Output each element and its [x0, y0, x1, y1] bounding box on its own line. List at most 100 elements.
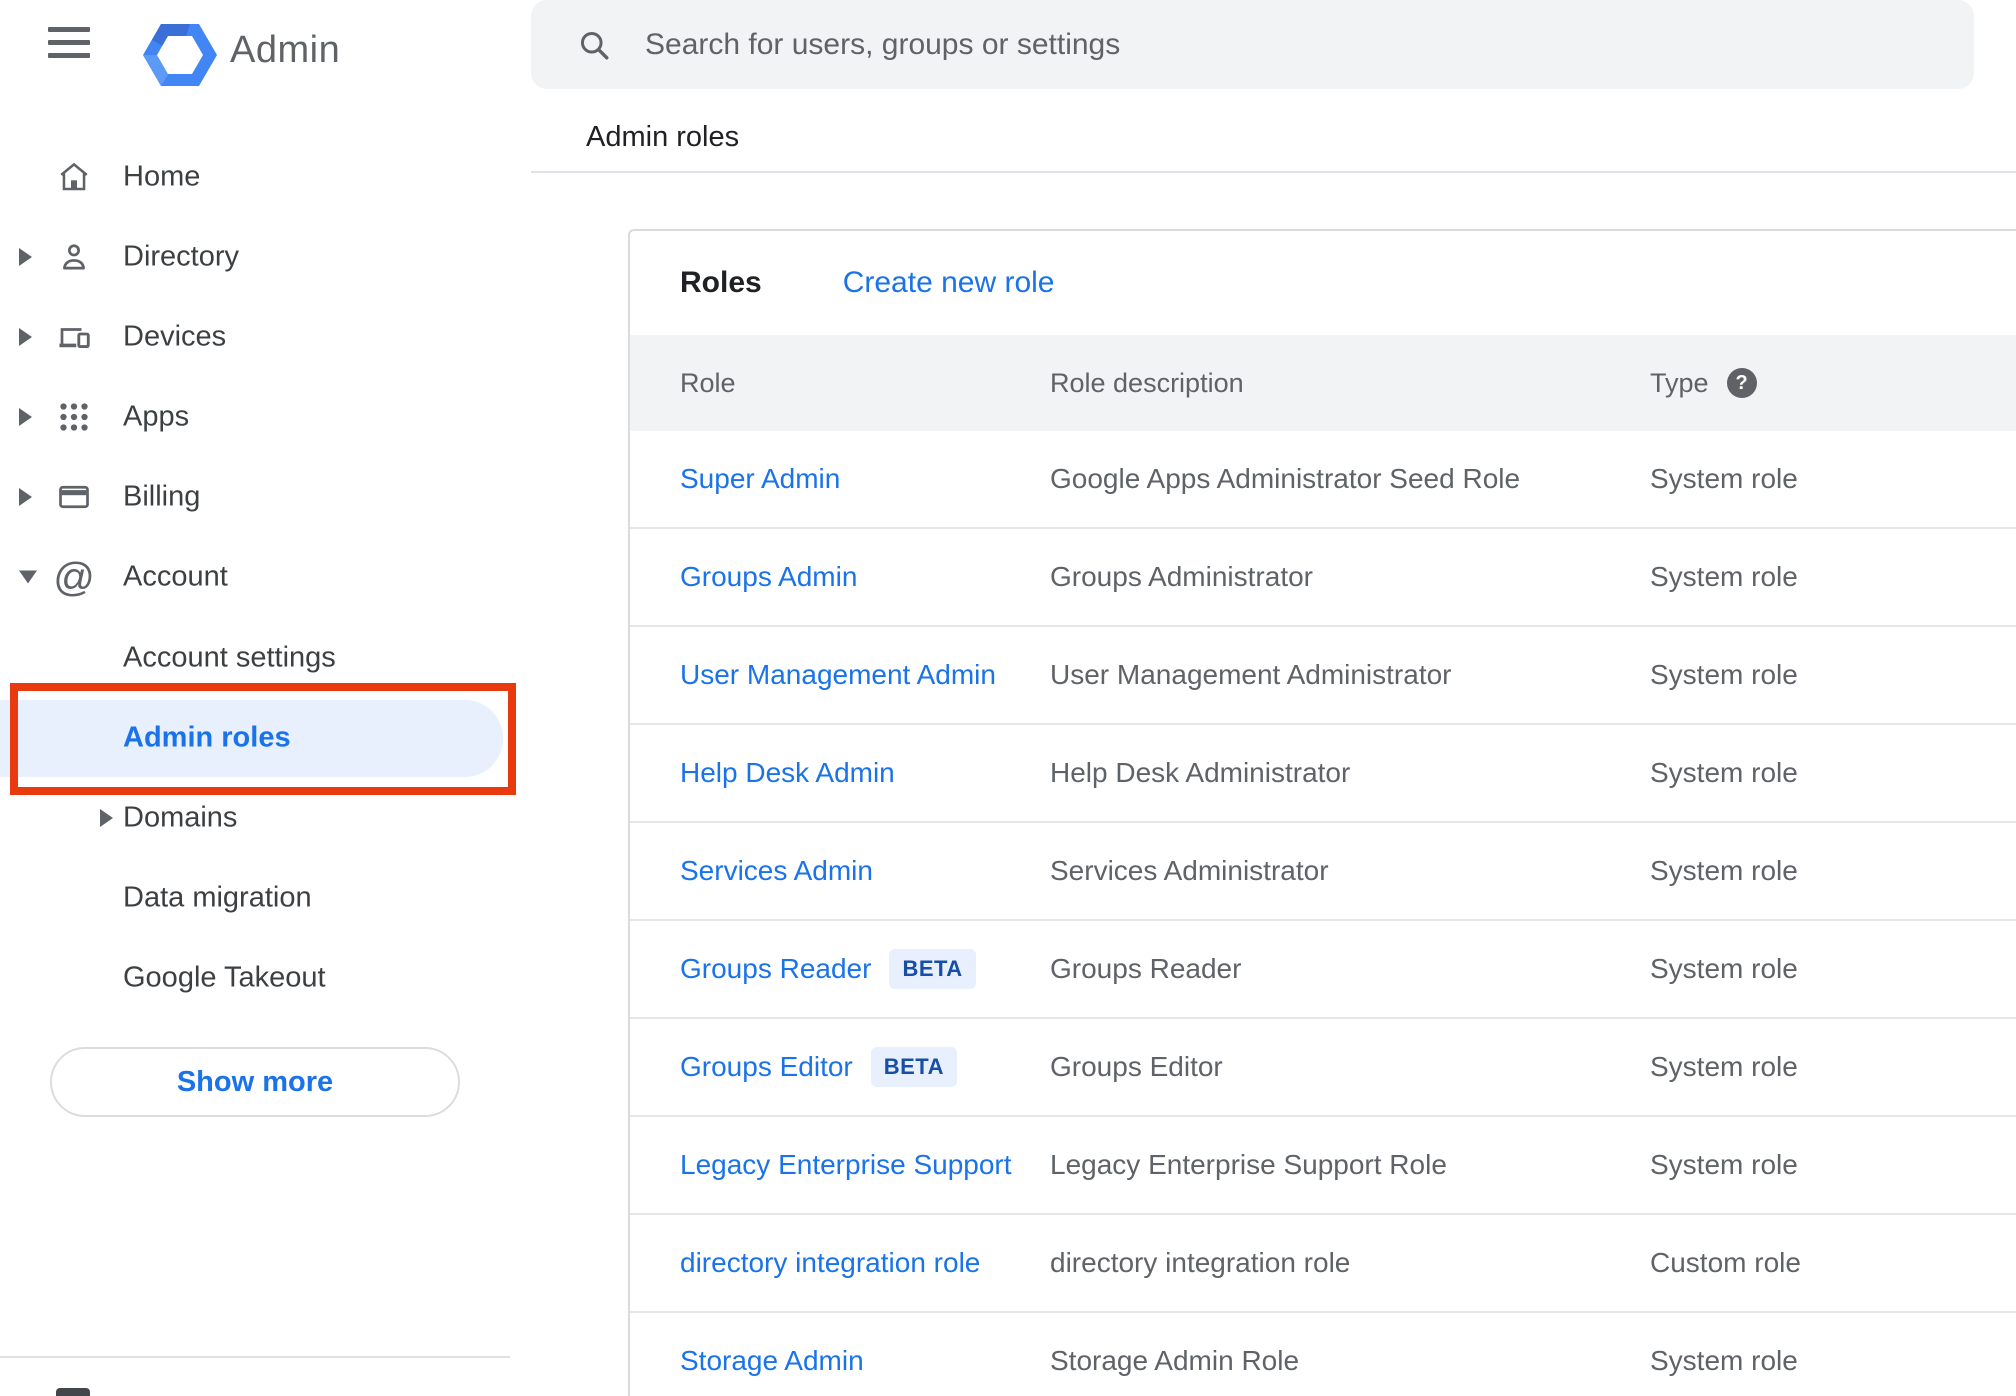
expand-arrow-icon[interactable]: [19, 408, 32, 426]
column-header-type: Type ?: [1650, 368, 1757, 399]
role-cell: Super Admin: [680, 463, 1050, 495]
sidebar-item-label: Directory: [123, 240, 240, 273]
table-row: Storage Admin Storage Admin Role System ro…: [630, 1313, 2016, 1396]
admin-logo-icon: [143, 24, 217, 86]
role-type-cell: Custom role: [1650, 1247, 1801, 1278]
table-row: Services Admin Services Administrator Syst…: [630, 823, 2016, 921]
role-type-cell: System role: [1650, 1345, 1798, 1376]
role-link[interactable]: Storage Admin: [680, 1345, 864, 1377]
sidebar-item-label: Devices: [123, 320, 227, 353]
breadcrumb: Admin roles: [586, 121, 740, 153]
role-link[interactable]: Services Admin: [680, 855, 873, 887]
sidebar-subitem-label: Data migration: [123, 881, 312, 914]
sidebar-bottom-divider: [0, 1356, 510, 1358]
table-header-row: Role Role description Type ?: [630, 335, 2016, 431]
expand-arrow-icon[interactable]: [19, 488, 32, 506]
role-description-cell: Legacy Enterprise Support Role: [1050, 1149, 1447, 1180]
sidebar-subitem-admin-roles[interactable]: Admin roles: [0, 698, 530, 778]
person-icon: [56, 239, 92, 275]
search-icon: [576, 27, 612, 63]
search-input[interactable]: Search for users, groups or settings: [531, 0, 1974, 89]
expand-arrow-icon[interactable]: [100, 809, 113, 827]
role-cell: directory integration role: [680, 1247, 1050, 1279]
table-row: Super Admin Google Apps Administrator See…: [630, 431, 2016, 529]
role-link[interactable]: User Management Admin: [680, 659, 996, 691]
role-link[interactable]: Help Desk Admin: [680, 757, 895, 789]
roles-card-header: Roles Create new role: [630, 231, 2016, 335]
table-body: Super Admin Google Apps Administrator See…: [630, 431, 2016, 1396]
role-link[interactable]: Super Admin: [680, 463, 840, 495]
apps-grid-icon: [56, 399, 92, 435]
sidebar-subitem-domains[interactable]: Domains: [0, 778, 530, 858]
expand-arrow-icon[interactable]: [19, 248, 32, 266]
role-type-cell: System role: [1650, 1149, 1798, 1180]
role-type-cell: System role: [1650, 855, 1798, 886]
role-link[interactable]: directory integration role: [680, 1247, 980, 1279]
sidebar-item-label: Account: [123, 560, 228, 593]
role-description-cell: Help Desk Administrator: [1050, 757, 1351, 788]
role-cell: User Management Admin: [680, 659, 1050, 691]
sidebar-item-label: Apps: [123, 400, 190, 433]
role-cell: Groups Admin: [680, 561, 1050, 593]
role-type-cell: System role: [1650, 463, 1798, 494]
role-description-cell: User Management Administrator: [1050, 659, 1452, 690]
sidebar-subitem-account-settings[interactable]: Account settings: [0, 618, 530, 698]
help-icon[interactable]: ?: [1726, 368, 1757, 398]
column-header-role: Role: [680, 367, 736, 398]
card-title: Roles: [680, 266, 762, 299]
role-link[interactable]: Groups Admin: [680, 561, 857, 593]
role-link[interactable]: Groups Editor: [680, 1051, 853, 1083]
devices-icon: [56, 319, 92, 355]
sidebar-item-directory[interactable]: Directory: [0, 217, 530, 297]
sidebar: Admin Home Directory Devices Apps Billing @ Ac…: [0, 0, 530, 1396]
table-row: Groups Editor BETA Groups Editor System rol…: [630, 1019, 2016, 1117]
credit-card-icon: [56, 479, 92, 515]
role-type-cell: System role: [1650, 561, 1798, 592]
sidebar-item-billing[interactable]: Billing: [0, 457, 530, 537]
sidebar-item-account[interactable]: @ Account: [0, 537, 530, 617]
role-link[interactable]: Legacy Enterprise Support: [680, 1149, 1012, 1181]
role-type-cell: System role: [1650, 1051, 1798, 1082]
sidebar-item-apps[interactable]: Apps: [0, 377, 530, 457]
sidebar-subitem-data-migration[interactable]: Data migration: [0, 858, 530, 938]
sidebar-item-home[interactable]: Home: [0, 137, 530, 217]
role-type-cell: System role: [1650, 659, 1798, 690]
sidebar-subitem-label: Domains: [123, 801, 238, 834]
sidebar-subitem-label: Account settings: [123, 641, 336, 674]
show-more-button[interactable]: Show more: [50, 1047, 460, 1117]
header-divider: [531, 171, 2016, 173]
table-row: Groups Reader BETA Groups Reader System rol…: [630, 921, 2016, 1019]
table-row: Help Desk Admin Help Desk Administrator Sy…: [630, 725, 2016, 823]
role-cell: Groups Reader BETA: [680, 949, 1050, 989]
role-type-cell: System role: [1650, 953, 1798, 984]
at-sign-icon: @: [53, 553, 95, 600]
table-row: Legacy Enterprise Support Legacy Enterpri…: [630, 1117, 2016, 1215]
sidebar-item-devices[interactable]: Devices: [0, 297, 530, 377]
role-description-cell: Services Administrator: [1050, 855, 1329, 886]
sidebar-item-label: Billing: [123, 480, 201, 513]
role-cell: Help Desk Admin: [680, 757, 1050, 789]
role-cell: Legacy Enterprise Support: [680, 1149, 1050, 1181]
sidebar-subitem-google-takeout[interactable]: Google Takeout: [0, 938, 530, 1018]
role-link[interactable]: Groups Reader: [680, 953, 871, 985]
collapse-arrow-icon[interactable]: [19, 570, 37, 584]
role-type-cell: System role: [1650, 757, 1798, 788]
google-admin-console: Admin Home Directory Devices Apps Billing @ Ac…: [0, 0, 2016, 1396]
role-cell: Services Admin: [680, 855, 1050, 887]
brand-title: Admin: [230, 29, 341, 71]
role-description-cell: Groups Editor: [1050, 1051, 1223, 1082]
role-description-cell: Groups Reader: [1050, 953, 1242, 984]
expand-arrow-icon[interactable]: [19, 328, 32, 346]
role-description-cell: directory integration role: [1050, 1247, 1351, 1278]
sidebar-item-label: Home: [123, 160, 201, 193]
table-row: User Management Admin User Management Adm…: [630, 627, 2016, 725]
role-cell: Groups Editor BETA: [680, 1047, 1050, 1087]
home-icon: [56, 159, 92, 195]
table-row: directory integration role directory inte…: [630, 1215, 2016, 1313]
beta-badge: BETA: [889, 949, 976, 989]
create-new-role-link[interactable]: Create new role: [843, 266, 1055, 300]
partial-bottom-icon: [56, 1388, 90, 1396]
role-description-cell: Google Apps Administrator Seed Role: [1050, 463, 1521, 494]
column-header-description: Role description: [1050, 367, 1244, 398]
menu-icon[interactable]: [48, 27, 90, 59]
